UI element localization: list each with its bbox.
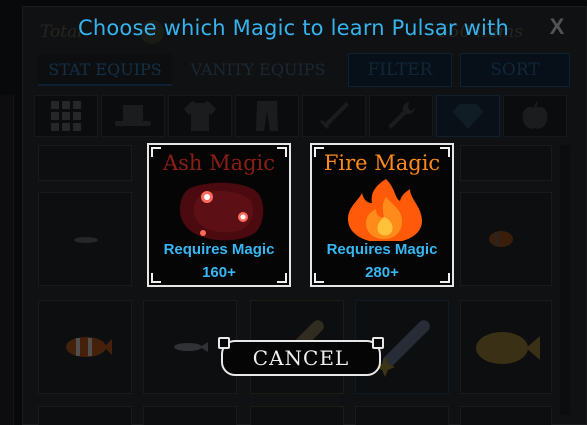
magic-option-name: Ash Magic bbox=[162, 151, 276, 175]
requirement-level: 160+ bbox=[202, 264, 236, 281]
cancel-button[interactable]: CANCEL bbox=[218, 337, 384, 376]
requirement-label: Requires Magic bbox=[326, 241, 438, 258]
flame-icon bbox=[348, 179, 422, 241]
ash-cloud-icon bbox=[179, 182, 264, 241]
magic-option-name: Fire Magic bbox=[323, 151, 441, 175]
requirement-level: 280+ bbox=[365, 264, 399, 281]
magic-option-fire[interactable]: Fire Magic Requires Magic 280+ bbox=[310, 143, 454, 287]
modal-title: Choose which Magic to learn Pulsar with bbox=[78, 16, 509, 40]
requirement-label: Requires Magic bbox=[163, 241, 275, 258]
magic-option-ash[interactable]: Ash Magic Requires Magic 160+ bbox=[147, 143, 291, 287]
